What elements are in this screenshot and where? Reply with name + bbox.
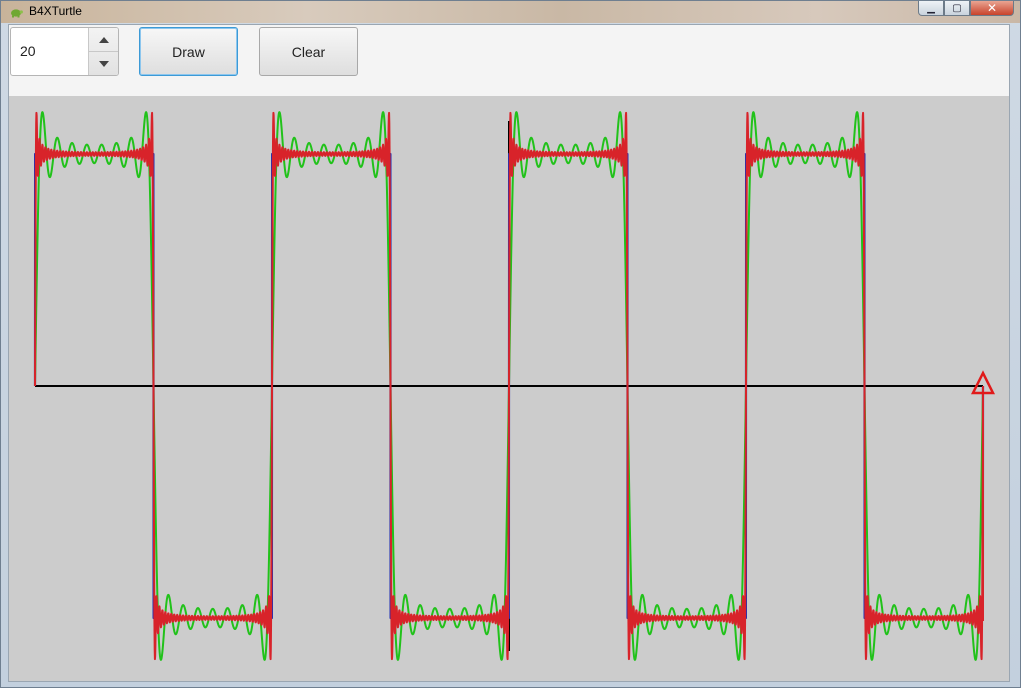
spinner-increment-button[interactable]	[89, 28, 118, 52]
chevron-up-icon	[98, 36, 109, 43]
fourier-plot	[33, 111, 996, 661]
maximize-button[interactable]: ▢	[944, 1, 970, 16]
turtle-icon	[11, 9, 23, 18]
window-title: B4XTurtle	[29, 4, 82, 18]
harmonics-spinner[interactable]: 20	[10, 27, 119, 76]
draw-button[interactable]: Draw	[139, 27, 238, 76]
minimize-icon: ▁	[927, 2, 935, 14]
app-window: B4XTurtle ▁ ▢ ✕ 20 Draw Clear	[0, 0, 1021, 688]
spinner-decrement-button[interactable]	[89, 52, 118, 75]
window-controls: ▁ ▢ ✕	[918, 1, 1014, 17]
turtle-canvas[interactable]	[9, 96, 1009, 681]
clear-button[interactable]: Clear	[259, 27, 358, 76]
close-button[interactable]: ✕	[970, 1, 1014, 16]
minimize-button[interactable]: ▁	[918, 1, 944, 16]
close-icon: ✕	[986, 1, 998, 15]
spinner-input[interactable]: 20	[20, 43, 36, 59]
client-area: 20 Draw Clear	[8, 24, 1010, 682]
spinner-buttons	[88, 28, 118, 75]
chevron-down-icon	[98, 60, 109, 67]
title-bar[interactable]: B4XTurtle ▁ ▢ ✕	[1, 1, 1020, 23]
maximize-icon: ▢	[952, 2, 962, 14]
toolbar: 20 Draw Clear	[9, 25, 1009, 96]
